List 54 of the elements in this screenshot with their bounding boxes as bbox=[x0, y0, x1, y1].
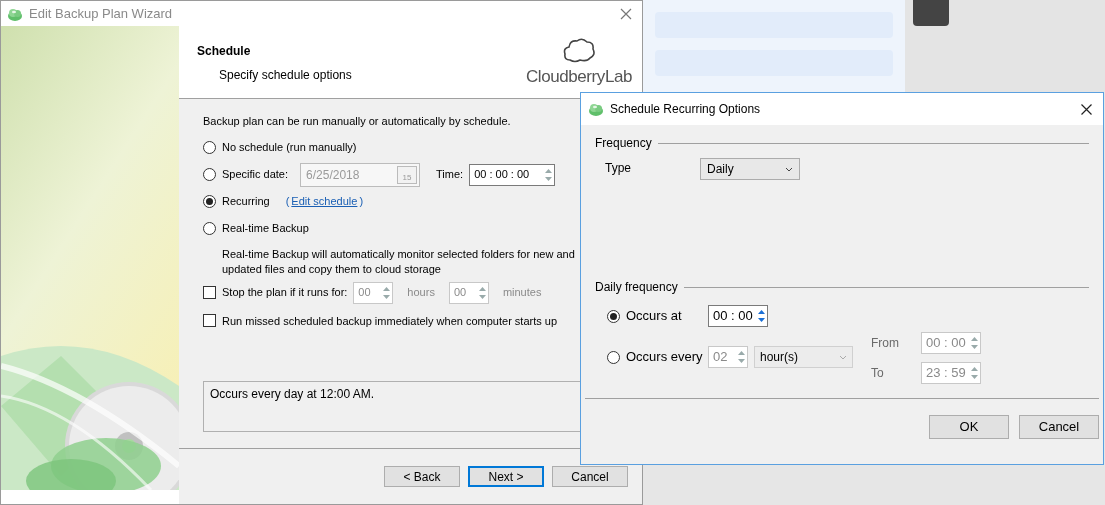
dialog-button[interactable]: Cancel bbox=[1019, 415, 1099, 439]
cloud-logo-icon bbox=[562, 36, 596, 64]
option-label: Specific date: bbox=[222, 167, 289, 183]
caret-icon bbox=[785, 166, 793, 172]
spinner-field[interactable]: 02 bbox=[708, 346, 748, 368]
checkbox[interactable] bbox=[203, 286, 216, 299]
page-title: Schedule bbox=[197, 43, 252, 60]
option-label: Real-time Backup bbox=[222, 221, 309, 237]
window-title: Edit Backup Plan Wizard bbox=[29, 4, 173, 23]
spinner-field[interactable]: 00 : 00 bbox=[708, 305, 768, 327]
from-label: From bbox=[871, 335, 900, 352]
wizard-button[interactable]: < Back bbox=[384, 466, 460, 487]
dialog-title: Schedule Recurring Options bbox=[610, 101, 761, 118]
stop-plan-label: Stop the plan if it runs for: bbox=[222, 285, 348, 301]
occurs-at-label: Occurs at bbox=[626, 307, 683, 326]
radio-button[interactable] bbox=[203, 222, 216, 235]
date-field: 6/25/2018 15 bbox=[300, 162, 421, 187]
paren-text: ( bbox=[285, 194, 290, 210]
spinner-field[interactable]: 00 : 00 bbox=[921, 332, 981, 354]
to-label: To bbox=[871, 365, 885, 382]
close-icon[interactable] bbox=[1081, 103, 1092, 115]
spinner-field[interactable]: 00 : 00 : 00 bbox=[469, 163, 556, 186]
group-heading: Daily frequency bbox=[595, 279, 678, 296]
occurs-every-label: Occurs every bbox=[626, 348, 702, 367]
spinner-field[interactable]: 00 bbox=[353, 281, 394, 304]
caret-icon bbox=[839, 354, 847, 360]
edit-schedule-link[interactable]: Edit schedule bbox=[291, 193, 358, 210]
wizard-button[interactable]: Cancel bbox=[552, 466, 628, 487]
hours-label: hours bbox=[407, 285, 435, 301]
spinner-field[interactable]: 00 bbox=[448, 281, 489, 304]
time-label: Time: bbox=[436, 167, 464, 183]
unit-dropdown[interactable]: hour(s) bbox=[754, 346, 853, 368]
radio-button[interactable] bbox=[203, 141, 216, 154]
radio-button[interactable] bbox=[203, 168, 216, 181]
type-label: Type bbox=[605, 160, 632, 177]
intro-text: Backup plan can be run manually or automatically by schedule. bbox=[203, 114, 512, 129]
checkbox[interactable] bbox=[203, 314, 216, 328]
cloud-icon bbox=[588, 101, 604, 117]
run-missed-label: Run missed scheduled backup immediately when computer starts up bbox=[222, 313, 558, 329]
type-dropdown[interactable]: Daily bbox=[700, 158, 800, 180]
dialog-button[interactable]: OK bbox=[929, 415, 1009, 439]
radio-button[interactable] bbox=[607, 309, 620, 323]
page-subtitle: Specify schedule options bbox=[218, 67, 352, 84]
realtime-note: Real-time Backup will automatically monitor selected folders for new and updated files and copy them to cloud storage bbox=[221, 246, 576, 277]
group-heading: Frequency bbox=[595, 135, 652, 152]
option-label: No schedule (run manually) bbox=[222, 140, 357, 156]
wizard-button[interactable]: Next > bbox=[468, 466, 544, 487]
minutes-label: minutes bbox=[502, 285, 542, 301]
paren-text: ) bbox=[359, 194, 364, 210]
logo-text: CloudberryLab bbox=[526, 66, 632, 88]
spinner-field[interactable]: 23 : 59 bbox=[921, 362, 981, 384]
option-label: Recurring bbox=[222, 194, 270, 210]
radio-button[interactable] bbox=[607, 350, 620, 364]
radio-button[interactable] bbox=[203, 195, 216, 208]
